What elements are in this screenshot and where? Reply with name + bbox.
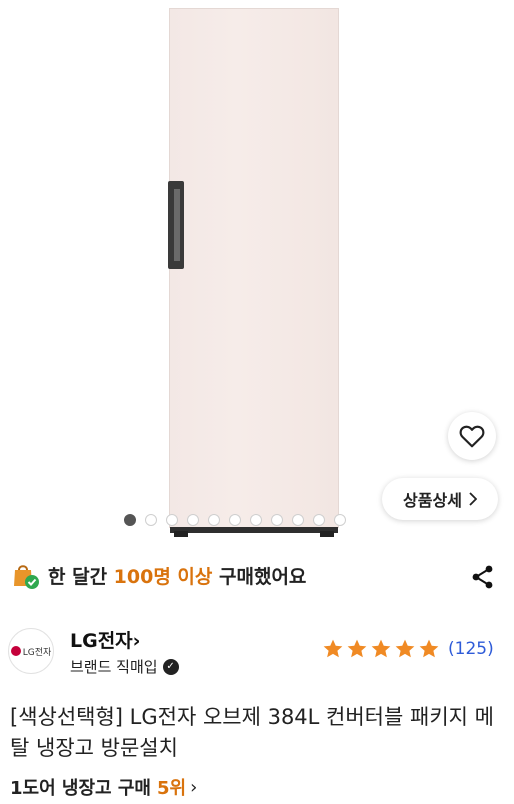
product-title: [색상선택형] LG전자 오브제 384L 컨버터블 패키지 메탈 냉장고 방문… xyxy=(10,705,494,760)
fridge-handle xyxy=(168,181,184,269)
carousel-dot[interactable] xyxy=(124,514,136,526)
category-ranking-link[interactable]: 1도어 냉장고 구매 5위 › xyxy=(10,774,197,800)
carousel-dot[interactable] xyxy=(229,514,241,526)
brand-logo[interactable]: LG전자 xyxy=(8,628,54,674)
brand-row: LG전자 LG전자› 브랜드 직매입 ✓ (125) xyxy=(0,620,514,680)
verified-check-icon: ✓ xyxy=(162,658,179,675)
product-detail-label: 상품상세 xyxy=(403,491,462,510)
purchase-count-banner: 한 달간 100명 이상 구매했어요 xyxy=(0,552,514,598)
wishlist-button[interactable] xyxy=(448,412,496,460)
star-icon xyxy=(419,639,439,658)
purchase-prefix: 한 달간 xyxy=(48,565,114,588)
share-button[interactable] xyxy=(470,564,496,590)
carousel-indicator[interactable] xyxy=(124,514,346,526)
purchase-highlight: 100명 이상 xyxy=(113,565,213,588)
star-icon xyxy=(395,639,415,658)
product-image-area[interactable]: 상품상세 xyxy=(0,0,514,540)
purchase-count-text: 한 달간 100명 이상 구매했어요 xyxy=(48,562,306,589)
shopping-bag-check-icon xyxy=(10,560,40,590)
share-icon xyxy=(472,565,493,589)
fridge-foot-right xyxy=(320,531,334,537)
star-icon xyxy=(323,639,343,658)
carousel-dot[interactable] xyxy=(208,514,220,526)
brand-chevron: › xyxy=(132,630,141,652)
heart-outline-icon xyxy=(459,425,485,448)
carousel-dot[interactable] xyxy=(166,514,178,526)
carousel-dot[interactable] xyxy=(187,514,199,526)
product-detail-button[interactable]: 상품상세 xyxy=(382,478,498,520)
brand-name-link[interactable]: LG전자› xyxy=(70,626,141,653)
carousel-dot[interactable] xyxy=(271,514,283,526)
lg-logo-icon xyxy=(10,646,21,656)
brand-sub-label: 브랜드 직매입 ✓ xyxy=(70,656,179,677)
star-icon xyxy=(347,639,367,658)
chevron-right-icon xyxy=(469,492,477,506)
chevron-right-icon: › xyxy=(190,776,198,798)
refrigerator-image xyxy=(168,8,339,537)
brand-name: LG전자 xyxy=(70,630,133,652)
ranking-label: 1도어 냉장고 구매 xyxy=(10,778,151,799)
carousel-dot[interactable] xyxy=(292,514,304,526)
carousel-dot[interactable] xyxy=(145,514,157,526)
fridge-base xyxy=(170,527,338,533)
brand-logo-text: LG전자 xyxy=(22,647,52,658)
ranking-number: 5위 xyxy=(156,778,187,799)
carousel-dot[interactable] xyxy=(334,514,346,526)
purchase-suffix: 구매했어요 xyxy=(212,565,307,588)
carousel-dot[interactable] xyxy=(313,514,325,526)
review-count[interactable]: (125) xyxy=(448,639,494,659)
brand-direct-label: 브랜드 직매입 xyxy=(70,658,158,676)
rating-stars[interactable]: (125) xyxy=(322,638,494,660)
star-icon xyxy=(371,639,391,658)
carousel-dot[interactable] xyxy=(250,514,262,526)
fridge-foot-left xyxy=(174,531,188,537)
